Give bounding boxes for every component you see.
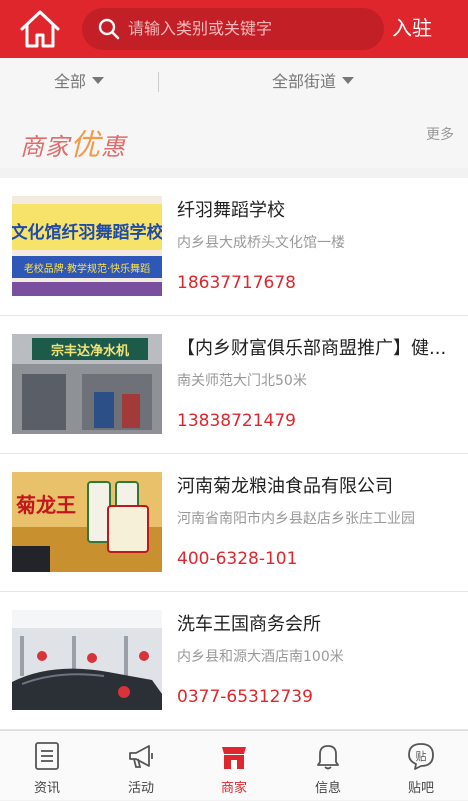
merchant-thumbnail: 菊龙王: [12, 472, 162, 572]
merchant-item[interactable]: 文化馆纤羽舞蹈学校 老校品牌·教学规范·快乐舞蹈 纤羽舞蹈学校 内乡县大成桥头文…: [0, 178, 468, 316]
merchant-address: 内乡县大成桥头文化馆一楼: [177, 235, 345, 251]
tab-merchants-label: 商家: [220, 781, 247, 796]
join-button[interactable]: 入驻: [392, 0, 468, 58]
merchant-address: 南关师范大门北50米: [177, 373, 307, 389]
street-filter[interactable]: 全部街道: [272, 58, 355, 106]
merchant-phone[interactable]: 400-6328-101: [177, 549, 297, 569]
thumb-slogan-text: 老校品牌·教学规范·快乐舞蹈: [24, 262, 150, 275]
search-icon: [98, 18, 120, 40]
merchant-item[interactable]: 菊龙王 河南菊龙粮油食品有限公司 河南省南阳市内乡县赵店乡张庄工业园 400-6…: [0, 454, 468, 592]
tab-forum-label: 贴吧: [407, 781, 434, 796]
street-filter-label: 全部街道: [272, 72, 337, 91]
tab-info[interactable]: 信息: [281, 731, 375, 801]
tab-activities-label: 活动: [127, 781, 154, 796]
thumb-sign-text: 宗丰达净水机: [51, 343, 129, 359]
merchant-name: 洗车王国商务会所: [177, 614, 321, 635]
bottom-tab-bar: 资讯 活动 商家 信息 贴 贴吧: [0, 730, 468, 800]
tab-forum[interactable]: 贴 贴吧: [374, 731, 468, 801]
thumb-title-text: 文化馆纤羽舞蹈学校: [12, 222, 162, 243]
dropdown-arrow-icon: [92, 77, 105, 84]
merchant-name: 纤羽舞蹈学校: [177, 200, 285, 221]
megaphone-icon: [129, 745, 153, 768]
tab-news[interactable]: 资讯: [0, 731, 94, 801]
merchant-thumbnail: 宗丰达净水机: [12, 334, 162, 434]
logo-text-1: 商家: [20, 133, 70, 161]
tab-activities[interactable]: 活动: [94, 731, 188, 801]
logo-text-2: 优: [70, 128, 101, 163]
merchant-phone[interactable]: 13838721479: [177, 411, 296, 431]
search-box[interactable]: 请输入类别或关键字: [82, 8, 384, 50]
merchant-phone[interactable]: 0377-65312739: [177, 687, 313, 707]
merchant-name: 【内乡财富俱乐部商盟推广】健...: [177, 338, 447, 359]
news-icon: [35, 742, 59, 770]
merchant-item[interactable]: 宗丰达净水机 【内乡财富俱乐部商盟推广】健... 南关师范大门北50米 1383…: [0, 316, 468, 454]
merchant-name: 河南菊龙粮油食品有限公司: [177, 476, 393, 497]
post-bubble-icon-text: 贴: [416, 749, 427, 763]
merchant-thumbnail: 文化馆纤羽舞蹈学校 老校品牌·教学规范·快乐舞蹈: [12, 196, 162, 296]
merchant-address: 内乡县和源大酒店南100米: [177, 649, 344, 665]
tab-news-label: 资讯: [33, 781, 60, 796]
bell-icon: [317, 745, 339, 770]
merchant-address: 河南省南阳市内乡县赵店乡张庄工业园: [177, 511, 415, 527]
tab-info-label: 信息: [314, 781, 341, 796]
top-bar: 请输入类别或关键字 入驻: [0, 0, 468, 58]
tab-merchants[interactable]: 商家: [187, 731, 281, 801]
more-link[interactable]: 更多: [426, 124, 454, 144]
logo-text-3: 惠: [101, 133, 126, 161]
category-filter-label: 全部: [54, 72, 87, 91]
merchant-list: 文化馆纤羽舞蹈学校 老校品牌·教学规范·快乐舞蹈 纤羽舞蹈学校 内乡县大成桥头文…: [0, 178, 468, 730]
promo-header: 商家优惠 更多: [0, 110, 468, 168]
merchant-item[interactable]: 洗车王国商务会所 内乡县和源大酒店南100米 0377-65312739: [0, 592, 468, 730]
home-icon[interactable]: [16, 7, 64, 51]
merchant-phone[interactable]: 18637717678: [177, 273, 296, 293]
filter-divider: [158, 72, 159, 92]
filter-bar: 全部 全部街道: [0, 58, 468, 110]
category-filter[interactable]: 全部: [54, 58, 105, 106]
store-icon: [222, 747, 246, 769]
dropdown-arrow-icon: [342, 77, 355, 84]
merchant-deals-logo: 商家优惠: [20, 120, 126, 164]
merchant-thumbnail: [12, 610, 162, 710]
post-bubble-icon: 贴: [408, 743, 434, 770]
search-input-placeholder[interactable]: 请输入类别或关键字: [128, 8, 374, 50]
thumb-brand-text: 菊龙王: [16, 493, 76, 517]
